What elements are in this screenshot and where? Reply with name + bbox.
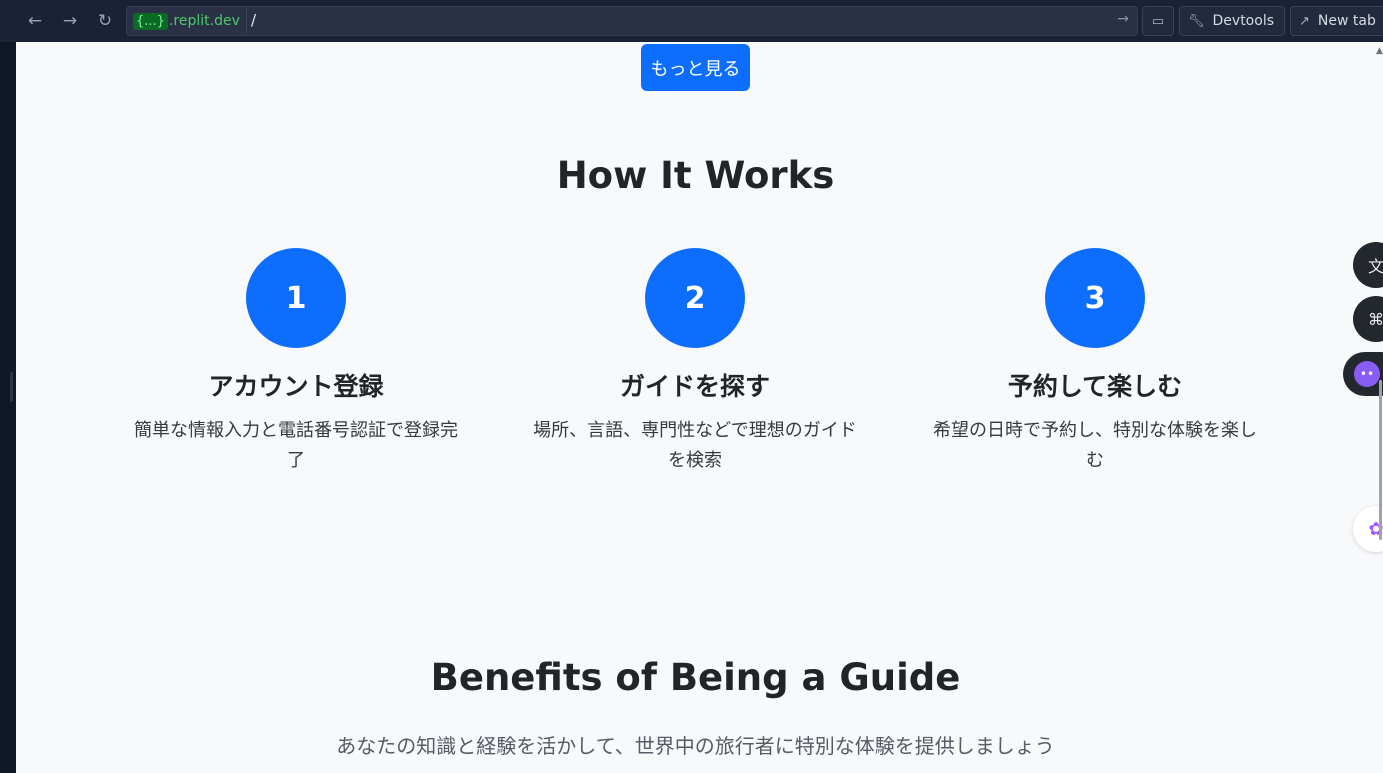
how-it-works-title: How It Works (556, 154, 835, 197)
back-icon[interactable]: ← (22, 8, 48, 34)
url-host-text: .replit.dev (168, 13, 240, 29)
step-title: アカウント登録 (208, 372, 384, 401)
go-icon[interactable]: → (1117, 11, 1129, 27)
step-card-3: 3 予約して楽しむ 希望の日時で予約し、特別な体験を楽しむ (925, 248, 1265, 476)
screen-button[interactable]: ▭ (1142, 6, 1174, 36)
address-bar[interactable]: {...} .replit.dev / → (126, 6, 1138, 36)
monitor-icon: ▭ (1151, 13, 1165, 29)
assistant-face-icon: •• (1354, 361, 1380, 387)
step-description: 希望の日時で予約し、特別な体験を楽しむ (933, 420, 1257, 471)
wrench-icon: 🔧︎ (1188, 13, 1205, 29)
forward-icon[interactable]: → (57, 8, 83, 34)
left-sidebar-edge (0, 42, 16, 773)
see-more-button[interactable]: もっと見る (641, 44, 750, 91)
resize-handle[interactable] (10, 372, 13, 402)
step-number-badge: 2 (645, 248, 745, 348)
new-tab-label: New tab (1317, 13, 1376, 29)
scrollbar-thumb[interactable] (1379, 380, 1382, 540)
step-title: 予約して楽しむ (1007, 372, 1183, 401)
devtools-label: Devtools (1212, 13, 1274, 29)
step-number-badge: 3 (1045, 248, 1145, 348)
benefits-subtitle: あなたの知識と経験を活かして、世界中の旅行者に特別な体験を提供しましょう (336, 734, 1055, 758)
browser-toolbar: ← → ↻ {...} .replit.dev / → ▭ 🔧︎ Devtool… (0, 0, 1383, 42)
step-number-badge: 1 (246, 248, 346, 348)
step-description: 場所、言語、専門性などで理想のガイドを検索 (533, 420, 857, 471)
devtools-button[interactable]: 🔧︎ Devtools (1179, 6, 1285, 36)
reload-icon[interactable]: ↻ (92, 8, 118, 34)
url-host: {...} .replit.dev (129, 9, 247, 33)
external-link-icon: ↗ (1299, 13, 1310, 29)
url-path[interactable]: / (251, 11, 256, 29)
step-card-1: 1 アカウント登録 簡単な情報入力と電話番号認証で登録完了 (126, 248, 466, 476)
page-viewport: もっと見る How It Works 1 アカウント登録 簡単な情報入力と電話番… (16, 42, 1383, 773)
step-title: ガイドを探す (619, 372, 770, 401)
url-badge: {...} (133, 12, 168, 30)
step-description: 簡単な情報入力と電話番号認証で登録完了 (134, 420, 458, 471)
benefits-title: Benefits of Being a Guide (430, 656, 961, 699)
new-tab-button[interactable]: ↗ New tab (1290, 6, 1383, 36)
step-card-2: 2 ガイドを探す 場所、言語、専門性などで理想のガイドを検索 (525, 248, 865, 476)
assistant-widget[interactable]: •• (1343, 352, 1383, 396)
scroll-up-icon[interactable]: ▲ (1376, 46, 1383, 56)
